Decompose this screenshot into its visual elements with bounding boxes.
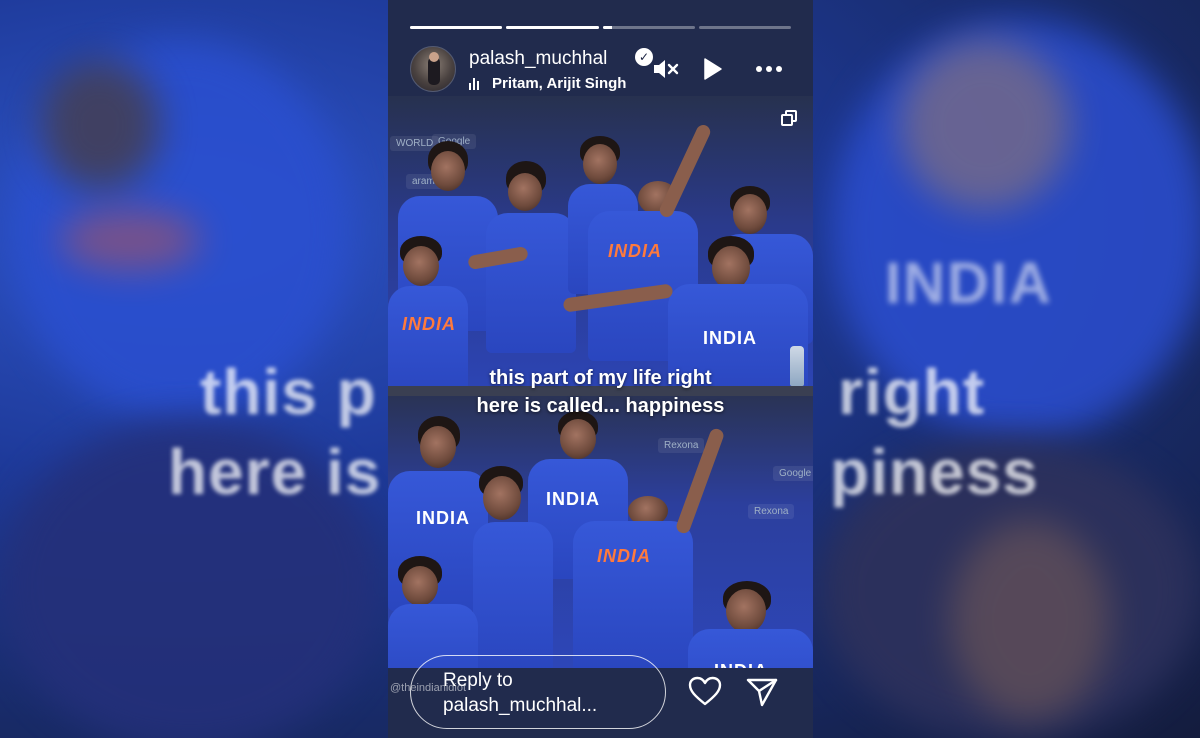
backdrop-jersey-text: INDIA xyxy=(885,251,1053,316)
jersey-text: INDIA xyxy=(402,314,456,334)
jersey-text: INDIA xyxy=(714,661,768,668)
reply-input[interactable]: Reply to palash_muchhal... xyxy=(410,655,666,729)
music-credit[interactable]: Pritam, Arijit Singh xyxy=(492,75,654,92)
jersey-text: INDIA xyxy=(416,508,470,528)
avatar[interactable] xyxy=(410,46,456,92)
send-icon xyxy=(746,678,778,707)
backdrop-caption-left-1: this p xyxy=(200,356,377,428)
like-button[interactable] xyxy=(687,674,723,710)
ad-board: Rexona xyxy=(658,438,705,453)
caption-line: this part of my life right xyxy=(489,367,712,389)
mute-icon xyxy=(654,60,679,78)
progress-segment xyxy=(410,26,503,29)
more-options-button[interactable] xyxy=(752,56,786,82)
heart-icon xyxy=(688,676,722,706)
jersey-text: INDIA xyxy=(608,241,662,261)
story-header: palash_muchhal ✓ Pritam, Arijit Singh xyxy=(410,44,791,94)
story-viewer[interactable]: WORLD Google aramco INDIA xyxy=(388,0,813,738)
jersey-text: INDIA xyxy=(703,328,757,348)
progress-segment xyxy=(698,26,791,29)
username[interactable]: palash_muchhal xyxy=(469,48,607,70)
jersey-text: INDIA xyxy=(546,489,600,509)
video-frame-bottom: Rexona Rexona Google INDIA INDIA INDIA xyxy=(388,396,813,668)
video-frame-top: WORLD Google aramco INDIA xyxy=(388,96,813,386)
jersey-text: INDIA xyxy=(597,546,651,566)
progress-fill xyxy=(506,26,599,29)
multi-slide-icon xyxy=(781,110,797,126)
play-icon xyxy=(704,58,722,80)
ad-board: Rexona xyxy=(748,504,795,519)
mute-button[interactable] xyxy=(650,56,680,82)
backdrop-caption-right-1: right xyxy=(838,356,986,428)
progress-fill xyxy=(602,26,612,29)
backdrop-caption-left-2: here is xyxy=(168,436,382,508)
caption-line: here is called... happiness xyxy=(476,395,725,417)
music-bars-icon xyxy=(469,78,483,90)
progress-segment xyxy=(602,26,695,29)
story-progress xyxy=(410,26,791,29)
share-button[interactable] xyxy=(744,674,780,710)
progress-segment xyxy=(506,26,599,29)
ad-board: Google xyxy=(773,466,813,481)
story-caption: this part of my life right here is calle… xyxy=(388,364,813,420)
progress-fill xyxy=(410,26,503,29)
more-icon xyxy=(754,66,784,72)
reply-placeholder: Reply to xyxy=(443,670,513,691)
reply-placeholder: palash_muchhal... xyxy=(443,695,598,716)
play-button[interactable] xyxy=(697,56,727,82)
backdrop-caption-right-2: piness xyxy=(830,436,1039,508)
